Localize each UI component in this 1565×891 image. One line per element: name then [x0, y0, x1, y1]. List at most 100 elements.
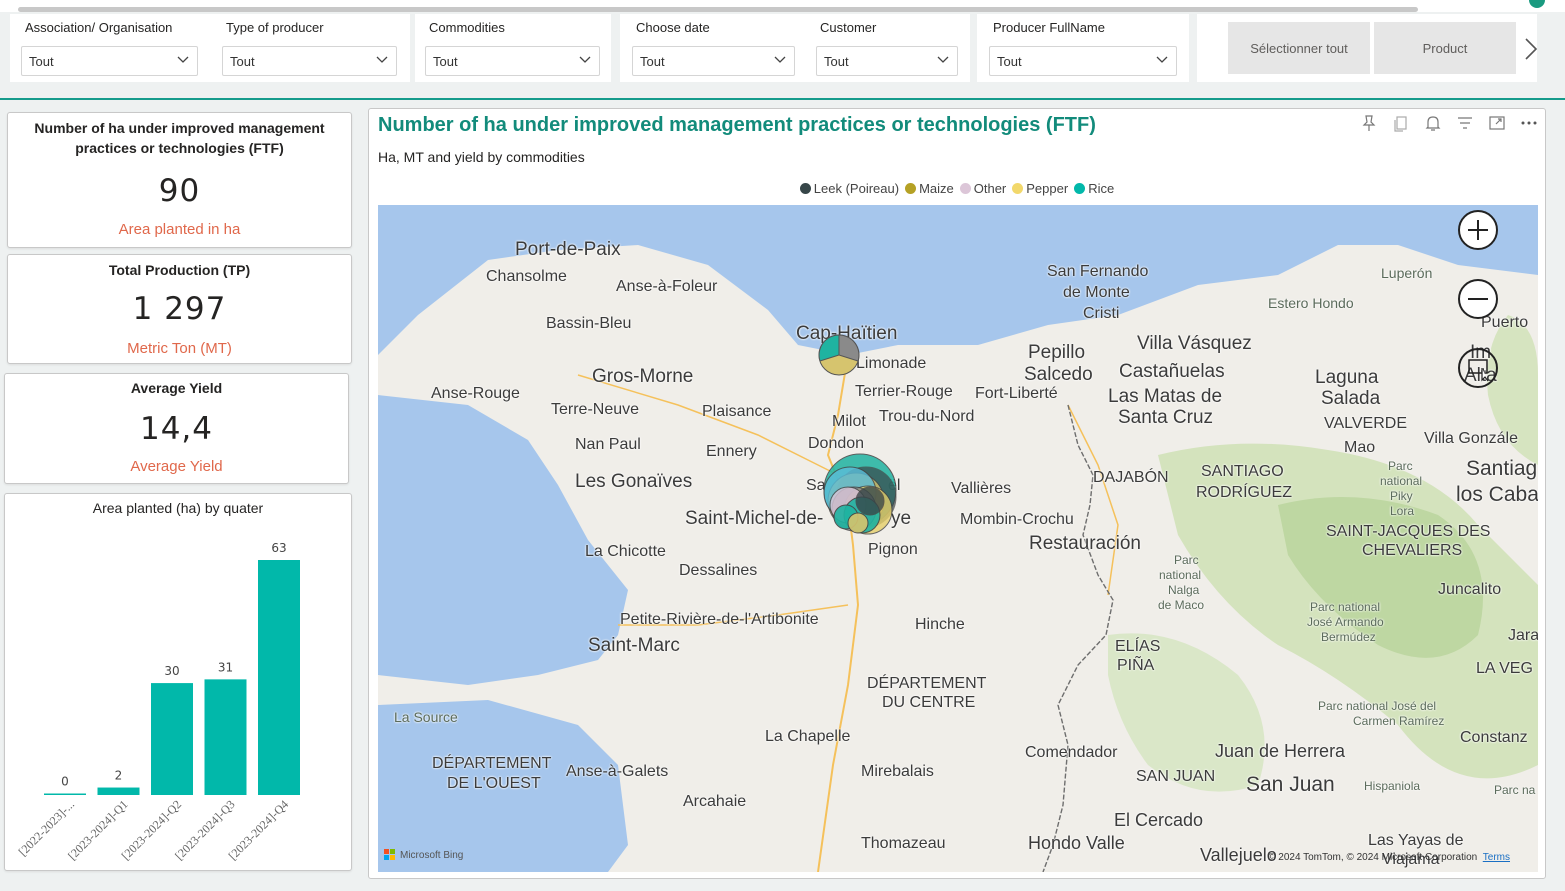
legend-item[interactable]: Other: [959, 181, 1007, 196]
kpi-subtitle: Average Yield: [130, 458, 223, 475]
slicer-date: Choose date Tout: [632, 20, 795, 76]
legend-label: Pepper: [1026, 181, 1069, 196]
legend-item[interactable]: Pepper: [1012, 181, 1068, 196]
chevron-down-icon: [579, 56, 591, 63]
minus-icon: [1468, 298, 1488, 300]
data-label: 30: [164, 664, 179, 678]
filter-icon[interactable]: [1455, 113, 1475, 133]
chevron-down-icon: [177, 56, 189, 63]
kpi-card-production: Total Production (TP) 1 297 Metric Ton (…: [7, 254, 352, 364]
legend-swatch: [1074, 183, 1086, 194]
slicer-label: Customer: [820, 20, 877, 35]
legend-swatch: [905, 183, 917, 194]
dropdown-value: Tout: [824, 54, 849, 69]
legend-swatch: [799, 183, 811, 194]
commodities-dropdown[interactable]: Tout: [425, 46, 600, 76]
legend-label: Other: [973, 181, 1007, 196]
filter-bar: Association/ Organisation Tout Type of p…: [0, 12, 1565, 100]
slicer-label: Association/ Organisation: [25, 20, 173, 35]
chevron-down-icon: [774, 56, 786, 63]
focus-mode-icon[interactable]: [1487, 113, 1507, 133]
legend-swatch: [1012, 183, 1024, 194]
chevron-down-icon: [376, 56, 388, 63]
bar[interactable]: [44, 793, 86, 796]
chevron-down-icon: [937, 56, 949, 63]
top-scrollbar[interactable]: [0, 0, 1565, 12]
microsoft-logo-icon: [384, 849, 395, 860]
pin-icon[interactable]: [1359, 113, 1379, 133]
select-all-button[interactable]: Sélectionner tout: [1228, 22, 1370, 74]
attribution-text: © 2024 TomTom, © 2024 Microsoft Corporat…: [1268, 852, 1478, 863]
dropdown-value: Tout: [640, 54, 665, 69]
legend-label: Maize: [919, 181, 954, 196]
kpi-value: 14,4: [139, 411, 214, 447]
legend-label: Rice: [1088, 181, 1115, 196]
data-label: 0: [61, 775, 69, 789]
bar-chart-card: Area planted (ha) by quater 0 [2022-2023]…: [4, 493, 352, 871]
zoom-in-button[interactable]: [1458, 210, 1498, 250]
lasso-select-icon: [1468, 359, 1489, 382]
dropdown-value: Tout: [433, 54, 458, 69]
slicer-label: Choose date: [636, 20, 710, 35]
bar[interactable]: [258, 560, 300, 795]
data-label: 31: [218, 660, 233, 674]
pie-marker-cap-haitien[interactable]: [818, 334, 860, 376]
date-dropdown[interactable]: Tout: [632, 46, 795, 76]
more-options-icon[interactable]: [1519, 113, 1539, 133]
pie-marker-cluster[interactable]: [823, 453, 897, 535]
slicer-label: Type of producer: [226, 20, 324, 35]
association-dropdown[interactable]: Tout: [21, 46, 198, 76]
kpi-card-area: Number of ha under improved management p…: [7, 112, 352, 248]
kpi-value: 90: [158, 173, 201, 209]
terms-link[interactable]: Terms: [1483, 852, 1510, 863]
slicer-label: Producer FullName: [993, 20, 1105, 35]
slicer-producer-name: Producer FullName Tout: [989, 20, 1177, 76]
slicer-association: Association/ Organisation Tout: [21, 20, 198, 76]
kpi-subtitle: Area planted in ha: [118, 221, 241, 238]
plus-icon: [1468, 220, 1488, 240]
map-title: Number of ha under improved management p…: [378, 114, 1096, 136]
visual-toolbar: [1359, 113, 1539, 133]
bar[interactable]: [97, 787, 140, 795]
product-button[interactable]: Product: [1374, 22, 1516, 74]
bar-chart: 0[2022-2023]-...2[2023-2024]-Q130[2023-2…: [16, 541, 300, 863]
slicer-commodities: Commodities Tout: [425, 20, 600, 76]
chevron-right-icon[interactable]: [1520, 36, 1542, 62]
bell-icon[interactable]: [1423, 113, 1443, 133]
slicer-producer-type: Type of producer Tout: [222, 20, 397, 76]
producer-type-dropdown[interactable]: Tout: [222, 46, 397, 76]
map-attribution: © 2024 TomTom, © 2024 Microsoft Corporat…: [1268, 852, 1510, 863]
chevron-down-icon: [1156, 56, 1168, 63]
legend-item[interactable]: Maize: [905, 181, 954, 196]
producer-name-dropdown[interactable]: Tout: [989, 46, 1177, 76]
kpi-value: 1 297: [132, 291, 227, 327]
map-canvas[interactable]: Port-de-Paix Chansolme Anse-à-Foleur Bas…: [378, 205, 1538, 872]
copy-icon[interactable]: [1391, 113, 1411, 133]
zoom-out-button[interactable]: [1458, 279, 1498, 319]
kpi-title: Number of ha under improved management p…: [34, 120, 325, 156]
map-legend: Leek (Poireau) Maize Other Pepper Rice: [369, 181, 1545, 196]
data-label: 2: [115, 769, 123, 783]
slicer-label: Commodities: [429, 20, 505, 35]
bar[interactable]: [151, 683, 193, 795]
dropdown-value: Tout: [230, 54, 255, 69]
legend-swatch: [959, 183, 971, 194]
legend-label: Leek (Poireau): [813, 181, 900, 196]
legend-item[interactable]: Rice: [1074, 181, 1114, 196]
selection-tool-button[interactable]: [1458, 348, 1498, 388]
customer-dropdown[interactable]: Tout: [816, 46, 958, 76]
map-bubbles: [818, 334, 897, 535]
slicer-customer: Customer Tout: [816, 20, 958, 76]
bar[interactable]: [204, 679, 247, 795]
data-label: 63: [271, 541, 286, 555]
dropdown-value: Tout: [29, 54, 54, 69]
bing-logo: Microsoft Bing: [384, 849, 463, 861]
dropdown-value: Tout: [997, 54, 1022, 69]
map-visual: Number of ha under improved management p…: [368, 108, 1546, 879]
kpi-subtitle: Metric Ton (MT): [127, 340, 232, 357]
status-dot: [1529, 0, 1545, 8]
bing-text: Microsoft Bing: [400, 849, 464, 861]
legend-item[interactable]: Leek (Poireau): [799, 181, 900, 196]
map-subtitle: Ha, MT and yield by commodities: [378, 149, 585, 165]
kpi-title: Total Production (TP): [108, 262, 251, 278]
